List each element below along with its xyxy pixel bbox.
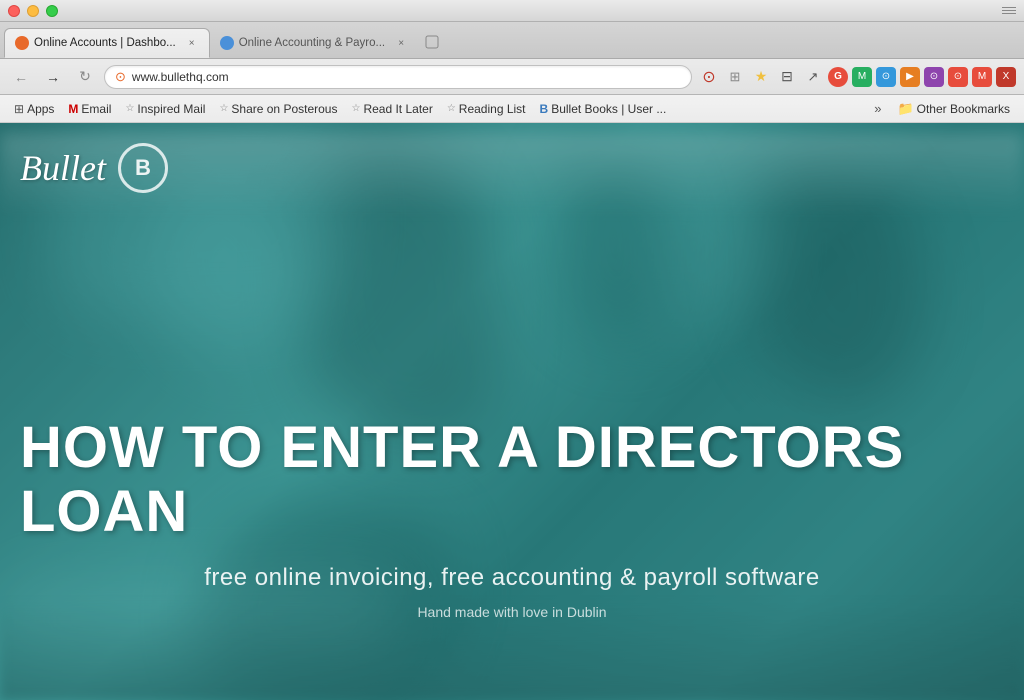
ext-icon-6[interactable]: ⊙ (948, 67, 968, 87)
title-bar-right (1002, 7, 1016, 14)
minimize-button[interactable] (27, 5, 39, 17)
logo-circle: B (118, 143, 168, 193)
bookmark-read-later[interactable]: ☆ Read It Later (345, 100, 438, 118)
refresh-button[interactable]: ↻ (72, 64, 98, 90)
maximize-button[interactable] (46, 5, 58, 17)
ext-icon-2[interactable]: M (852, 67, 872, 87)
folder-icon: 📁 (897, 101, 913, 117)
bookmark-posterous[interactable]: ☆ Share on Posterous (213, 100, 343, 118)
other-bookmarks-label: Other Bookmarks (917, 102, 1010, 116)
toolbar-icons: ⊙ ⊞ ★ ⊟ ↗ G M ⊙ ▶ ⊙ ⊙ M X (698, 66, 1016, 88)
bookmark-bullet-books[interactable]: B Bullet Books | User ... (534, 100, 673, 118)
icon-readinglist[interactable]: ⊙ (698, 66, 720, 88)
inspired-mail-label: Inspired Mail (137, 102, 205, 116)
icon-tabview[interactable]: ⊞ (724, 66, 746, 88)
url-bar[interactable]: ⊙ www.bullethq.com (104, 65, 692, 89)
email-icon: M (68, 102, 78, 116)
title-bar (0, 0, 1024, 22)
hero-subtitle: free online invoicing, free accounting &… (20, 564, 1004, 592)
apps-icon: ⊞ (14, 102, 24, 116)
logo-text: Bullet (20, 147, 106, 189)
tab-favicon-2 (220, 36, 234, 50)
reading-list-label: Reading List (459, 102, 526, 116)
bullet-books-icon: B (540, 102, 549, 116)
reading-list-icon: ☆ (447, 103, 456, 114)
bookmarks-overflow[interactable]: » (868, 99, 887, 118)
forward-button[interactable]: → (40, 64, 66, 90)
bookmark-star[interactable]: ★ (750, 66, 772, 88)
tab-bar: Online Accounts | Dashbo... × Online Acc… (0, 22, 1024, 59)
bookmark-apps[interactable]: ⊞ Apps (8, 100, 60, 118)
menu-icon[interactable] (1002, 7, 1016, 14)
tab-close-1[interactable]: × (185, 36, 199, 50)
email-label: Email (81, 102, 111, 116)
icon-share[interactable]: ⊟ (776, 66, 798, 88)
bookmark-folder-icon[interactable]: 📁 Other Bookmarks (891, 99, 1016, 119)
apps-label: Apps (27, 102, 54, 116)
posterous-label: Share on Posterous (231, 102, 337, 116)
tab-label-1: Online Accounts | Dashbo... (34, 37, 176, 49)
close-button[interactable] (8, 5, 20, 17)
back-button[interactable]: ← (8, 64, 34, 90)
hero-content: HOW TO ENTER A DIRECTORS LOAN free onlin… (0, 416, 1024, 620)
inspired-mail-icon: ☆ (125, 103, 134, 114)
bookmark-inspired-mail[interactable]: ☆ Inspired Mail (119, 100, 211, 118)
hero-tagline: Hand made with love in Dublin (20, 604, 1004, 620)
read-later-label: Read It Later (363, 102, 432, 116)
bookmark-reading-list[interactable]: ☆ Reading List (441, 100, 532, 118)
address-bar: ← → ↻ ⊙ www.bullethq.com ⊙ ⊞ ★ ⊟ ↗ G M ⊙… (0, 59, 1024, 95)
hero-title: HOW TO ENTER A DIRECTORS LOAN (20, 416, 1004, 544)
read-later-icon: ☆ (351, 103, 360, 114)
ext-icon-1[interactable]: G (828, 67, 848, 87)
new-tab-button[interactable] (418, 28, 446, 56)
bookmark-email[interactable]: M Email (62, 100, 117, 118)
tab-2[interactable]: Online Accounting & Payro... × (210, 28, 418, 58)
logo: Bullet B (20, 143, 168, 193)
ext-icon-5[interactable]: ⊙ (924, 67, 944, 87)
ext-icon-4[interactable]: ▶ (900, 67, 920, 87)
posterous-icon: ☆ (219, 103, 228, 114)
ext-icon-8[interactable]: X (996, 67, 1016, 87)
tab-favicon-1 (15, 36, 29, 50)
tab-close-2[interactable]: × (394, 36, 408, 50)
overflow-icon: » (874, 101, 881, 116)
ext-icon-3[interactable]: ⊙ (876, 67, 896, 87)
tab-label-2: Online Accounting & Payro... (239, 37, 385, 49)
icon-airdrop[interactable]: ↗ (802, 66, 824, 88)
window-controls (8, 5, 58, 17)
url-text: www.bullethq.com (132, 70, 229, 84)
bullet-books-label: Bullet Books | User ... (551, 102, 666, 116)
tab-1[interactable]: Online Accounts | Dashbo... × (4, 28, 210, 58)
bookmarks-bar: ⊞ Apps M Email ☆ Inspired Mail ☆ Share o… (0, 95, 1024, 123)
page-content: Bullet B HOW TO ENTER A DIRECTORS LOAN f… (0, 123, 1024, 700)
url-favicon: ⊙ (115, 69, 126, 85)
ext-icon-7[interactable]: M (972, 67, 992, 87)
